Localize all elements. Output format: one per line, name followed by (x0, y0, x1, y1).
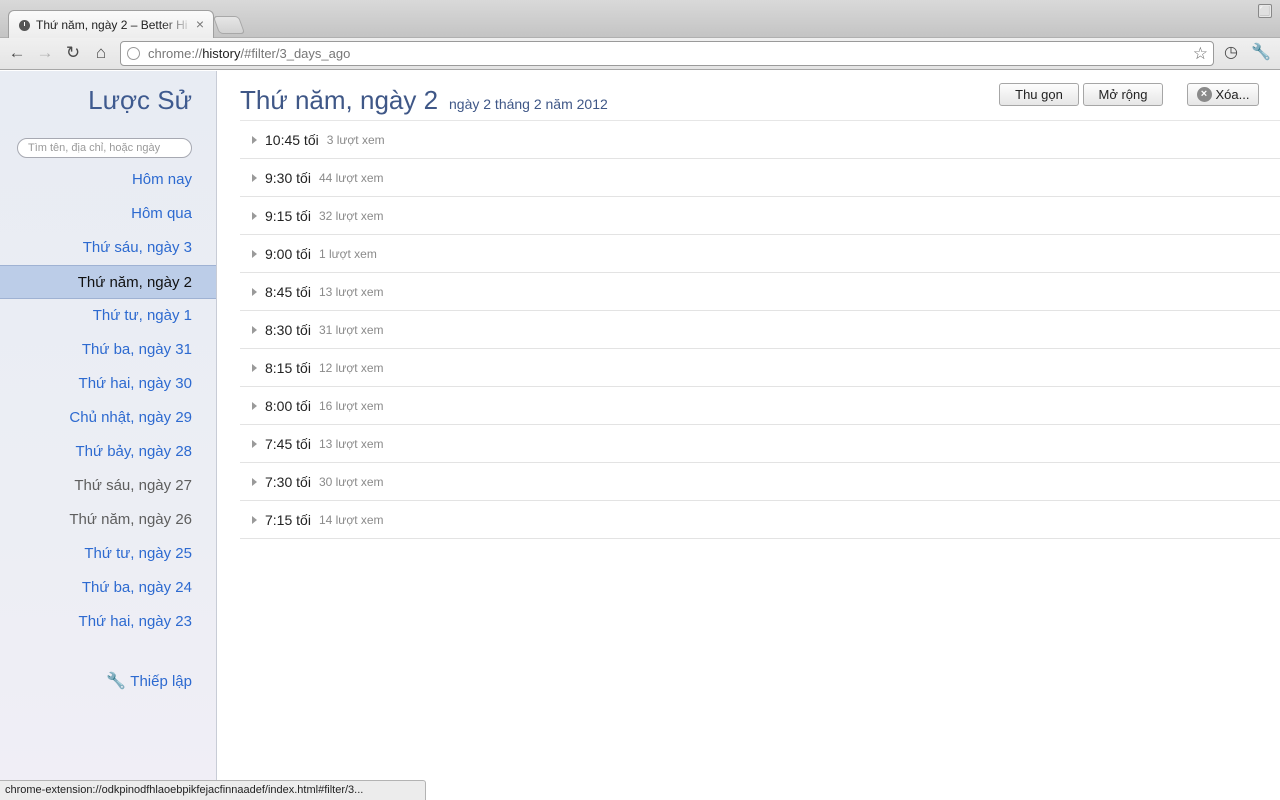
url-scheme: chrome:// (148, 46, 203, 61)
clear-label: Xóa... (1215, 87, 1250, 102)
row-visit-count: 12 lượt xem (318, 360, 384, 375)
row-visit-count: 3 lượt xem (326, 132, 385, 147)
sidebar-day-item[interactable]: Thứ năm, ngày 2 (0, 265, 216, 299)
sidebar-day-item[interactable]: Thứ tư, ngày 1 (0, 299, 216, 333)
sidebar-day-item[interactable]: Chủ nhật, ngày 29 (0, 401, 216, 435)
arrow-left-icon: ← (8, 43, 26, 62)
history-time-row[interactable]: 8:45 tối 13 lượt xem (240, 273, 1280, 311)
settings-label: Thiếp lập (130, 672, 192, 690)
browser-titlebar: Thứ năm, ngày 2 – Better Hi × ⬜ (0, 0, 1280, 39)
history-time-row[interactable]: 8:00 tối 16 lượt xem (240, 387, 1280, 425)
forward-button[interactable]: → (34, 42, 56, 64)
row-time: 7:45 tối (265, 435, 311, 452)
expand-arrow-icon[interactable] (252, 477, 257, 486)
history-rows: 10:45 tối 3 lượt xem 9:30 tối 44 lượt xem 9:… (240, 120, 1280, 539)
page-icon (127, 47, 140, 60)
row-time: 7:30 tối (265, 473, 311, 490)
sidebar-day-item[interactable]: Thứ ba, ngày 31 (0, 333, 216, 367)
tab-title: Thứ năm, ngày 2 – Better Hi (36, 18, 188, 32)
sidebar-day-item[interactable]: Thứ sáu, ngày 27 (0, 469, 216, 503)
expand-arrow-icon[interactable] (252, 211, 257, 220)
expand-arrow-icon[interactable] (252, 287, 257, 296)
url-path: /#filter/3_days_ago (240, 46, 351, 61)
row-visit-count: 16 lượt xem (318, 398, 384, 413)
sidebar-title: Lược Sử (88, 85, 192, 115)
sidebar-day-item[interactable]: Thứ tư, ngày 25 (0, 537, 216, 571)
history-time-row[interactable]: 7:15 tối 14 lượt xem (240, 501, 1280, 539)
sidebar-day-item[interactable]: Thứ hai, ngày 30 (0, 367, 216, 401)
page-subtitle: ngày 2 tháng 2 năm 2012 (449, 96, 608, 112)
clear-history-button[interactable]: × Xóa... (1187, 83, 1259, 106)
row-visit-count: 14 lượt xem (318, 512, 384, 527)
history-clock-icon[interactable]: ◷ (1220, 42, 1242, 64)
history-time-row[interactable]: 8:15 tối 12 lượt xem (240, 349, 1280, 387)
history-time-row[interactable]: 9:30 tối 44 lượt xem (240, 159, 1280, 197)
expand-button[interactable]: Mở rộng (1083, 83, 1163, 106)
expand-arrow-icon[interactable] (252, 439, 257, 448)
sidebar-day-item[interactable]: Thứ hai, ngày 23 (0, 605, 216, 639)
row-visit-count: 32 lượt xem (318, 208, 384, 223)
row-time: 9:15 tối (265, 207, 311, 224)
sidebar-day-item[interactable]: Thứ ba, ngày 24 (0, 571, 216, 605)
tab-close-button[interactable]: × (193, 17, 207, 32)
browser-tab[interactable]: Thứ năm, ngày 2 – Better Hi × (8, 10, 214, 39)
sidebar-day-item[interactable]: Hôm nay (0, 163, 216, 197)
expand-arrow-icon[interactable] (252, 249, 257, 258)
row-time: 8:30 tối (265, 321, 311, 338)
close-circle-icon: × (1196, 87, 1212, 102)
expand-arrow-icon[interactable] (252, 401, 257, 410)
back-button[interactable]: ← (6, 42, 28, 64)
row-time: 9:30 tối (265, 169, 311, 186)
row-visit-count: 31 lượt xem (318, 322, 384, 337)
history-time-row[interactable]: 9:00 tối 1 lượt xem (240, 235, 1280, 273)
row-time: 9:00 tối (265, 245, 311, 262)
wrench-menu-icon[interactable]: 🔧 (1250, 42, 1272, 64)
clock-icon (19, 19, 30, 31)
sidebar-day-item[interactable]: Thứ năm, ngày 26 (0, 503, 216, 537)
new-tab-button[interactable] (212, 16, 246, 34)
url-host: history (202, 46, 241, 61)
row-time: 8:15 tối (265, 359, 311, 376)
history-time-row[interactable]: 8:30 tối 31 lượt xem (240, 311, 1280, 349)
address-bar[interactable]: chrome://history/#filter/3_days_ago ☆ (120, 41, 1214, 66)
window-resize-icon[interactable]: ⬜ (1258, 4, 1272, 18)
page-title: Thứ năm, ngày 2 (240, 85, 439, 115)
expand-arrow-icon[interactable] (252, 325, 257, 334)
browser-toolbar: ← → ↻ ⌂ chrome://history/#filter/3_days_… (0, 38, 1280, 70)
home-button[interactable]: ⌂ (90, 42, 112, 64)
row-visit-count: 1 lượt xem (318, 246, 377, 261)
sidebar: Lược Sử Hôm nayHôm quaThứ sáu, ngày 3Thứ… (0, 71, 217, 800)
row-visit-count: 30 lượt xem (318, 474, 384, 489)
row-visit-count: 13 lượt xem (318, 284, 384, 299)
row-visit-count: 44 lượt xem (318, 170, 384, 185)
reload-icon: ↻ (65, 43, 81, 62)
row-time: 10:45 tối (265, 131, 319, 148)
history-time-row[interactable]: 9:15 tối 32 lượt xem (240, 197, 1280, 235)
expand-arrow-icon[interactable] (252, 135, 257, 144)
row-time: 7:15 tối (265, 511, 311, 528)
home-icon: ⌂ (95, 43, 107, 62)
bookmark-star-icon[interactable]: ☆ (1193, 43, 1208, 65)
search-input[interactable] (17, 138, 192, 158)
expand-arrow-icon[interactable] (252, 173, 257, 182)
history-time-row[interactable]: 7:45 tối 13 lượt xem (240, 425, 1280, 463)
day-nav-list: Hôm nay Hôm qua Thứ sáu, ngày 3 Thứ năm, ng… (0, 163, 216, 639)
expand-arrow-icon[interactable] (252, 363, 257, 372)
history-time-row[interactable]: 10:45 tối 3 lượt xem (240, 121, 1280, 159)
sidebar-day-item[interactable]: Thứ bảy, ngày 28 (0, 435, 216, 469)
wrench-icon: 🔧 (106, 673, 127, 690)
main-content: Thứ năm, ngày 2 ngày 2 tháng 2 năm 2012 … (217, 71, 1280, 800)
expand-arrow-icon[interactable] (252, 515, 257, 524)
row-visit-count: 13 lượt xem (318, 436, 384, 451)
arrow-right-icon: → (36, 43, 54, 62)
collapse-button[interactable]: Thu gọn (999, 83, 1079, 106)
sidebar-day-item[interactable]: Hôm qua (0, 197, 216, 231)
reload-button[interactable]: ↻ (62, 42, 84, 64)
sidebar-day-item[interactable]: Thứ sáu, ngày 3 (0, 231, 216, 265)
history-time-row[interactable]: 7:30 tối 30 lượt xem (240, 463, 1280, 501)
row-time: 8:45 tối (265, 283, 311, 300)
row-time: 8:00 tối (265, 397, 311, 414)
settings-link[interactable]: 🔧 Thiếp lập (106, 671, 192, 691)
status-bar: chrome-extension://odkpinodfhlaoebpikfej… (0, 780, 426, 800)
